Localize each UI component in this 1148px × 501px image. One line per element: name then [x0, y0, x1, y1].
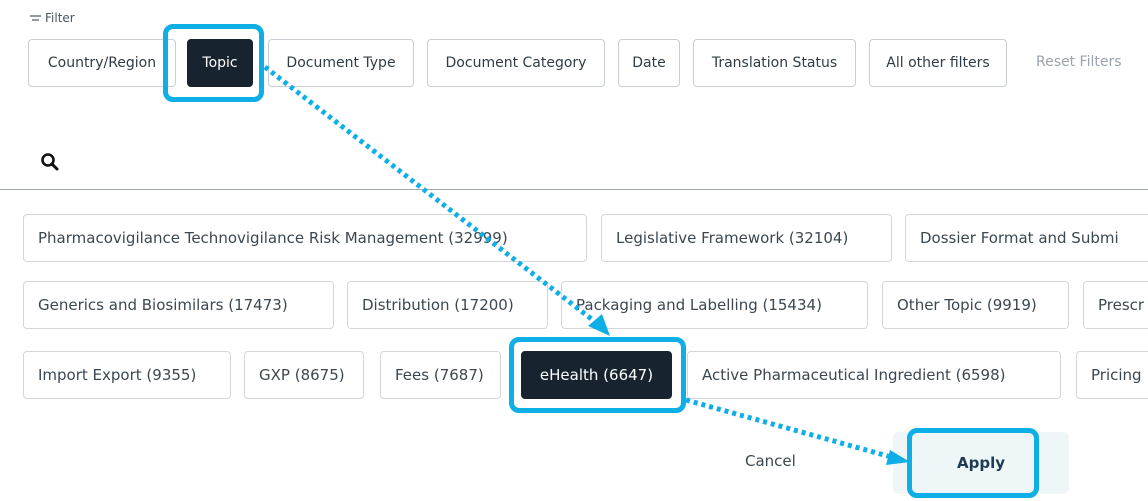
chip-label: Translation Status [711, 55, 838, 71]
tag-label: Pricing [1091, 366, 1142, 384]
divider [0, 189, 1148, 190]
cancel-button[interactable]: Cancel [745, 452, 796, 470]
tag-label: GXP (8675) [259, 366, 345, 384]
tag-label: Dossier Format and Submi [920, 229, 1119, 247]
topic-tag-dossier-format[interactable]: Dossier Format and Submi [905, 214, 1148, 262]
tag-label: Other Topic (9919) [897, 296, 1037, 314]
tag-label: Generics and Biosimilars (17473) [38, 296, 288, 314]
topic-tag-gxp[interactable]: GXP (8675) [244, 351, 364, 399]
topic-tag-import-export[interactable]: Import Export (9355) [23, 351, 231, 399]
tag-label: Import Export (9355) [38, 366, 197, 384]
filter-label: Filter [30, 11, 75, 25]
search-input[interactable] [70, 148, 1130, 176]
chip-label: Topic [202, 55, 238, 71]
reset-filters-link[interactable]: Reset Filters [1036, 54, 1122, 70]
tag-label: Pharmacovigilance Technovigilance Risk M… [38, 229, 508, 247]
filter-chip-document-type[interactable]: Document Type [268, 39, 414, 87]
topic-tag-pricing[interactable]: Pricing [1076, 351, 1148, 399]
tag-label: Distribution (17200) [362, 296, 514, 314]
filter-chip-all-other-filters[interactable]: All other filters [869, 39, 1007, 87]
topic-tag-prescription[interactable]: Prescr [1083, 281, 1148, 329]
topic-tag-active-pharmaceutical-ingredient[interactable]: Active Pharmaceutical Ingredient (6598) [687, 351, 1061, 399]
arrow-ehealth-to-apply [685, 397, 896, 461]
chip-label: All other filters [886, 55, 990, 71]
filter-chip-document-category[interactable]: Document Category [427, 39, 605, 87]
tag-label: Legislative Framework (32104) [616, 229, 849, 247]
tag-label: eHealth (6647) [539, 366, 654, 384]
tag-label: Packaging and Labelling (15434) [576, 296, 822, 314]
topic-tag-packaging-labelling[interactable]: Packaging and Labelling (15434) [561, 281, 868, 329]
topic-tag-fees[interactable]: Fees (7687) [380, 351, 501, 399]
apply-button[interactable]: Apply [893, 432, 1069, 494]
topic-tag-other-topic[interactable]: Other Topic (9919) [882, 281, 1069, 329]
tag-label: Fees (7687) [395, 366, 484, 384]
topic-tag-pharmacovigilance[interactable]: Pharmacovigilance Technovigilance Risk M… [23, 214, 587, 262]
chip-label: Date [632, 55, 666, 71]
filter-icon [30, 14, 41, 21]
filter-chip-date[interactable]: Date [618, 39, 680, 87]
filter-chip-country-region[interactable]: Country/Region [28, 39, 176, 87]
chip-label: Document Category [445, 55, 587, 71]
topic-tag-generics-biosimilars[interactable]: Generics and Biosimilars (17473) [23, 281, 334, 329]
chip-label: Country/Region [47, 55, 157, 71]
apply-label: Apply [956, 454, 1005, 472]
topic-tag-legislative-framework[interactable]: Legislative Framework (32104) [601, 214, 892, 262]
chip-label: Document Type [286, 55, 396, 71]
filter-label-text: Filter [45, 11, 75, 25]
topic-tag-distribution[interactable]: Distribution (17200) [347, 281, 548, 329]
filter-chip-translation-status[interactable]: Translation Status [693, 39, 856, 87]
tag-label: Prescr [1098, 296, 1145, 314]
topic-tag-ehealth[interactable]: eHealth (6647) [521, 351, 672, 399]
search-icon [41, 153, 59, 171]
tag-label: Active Pharmaceutical Ingredient (6598) [702, 366, 1006, 384]
filter-chip-topic[interactable]: Topic [187, 39, 253, 87]
